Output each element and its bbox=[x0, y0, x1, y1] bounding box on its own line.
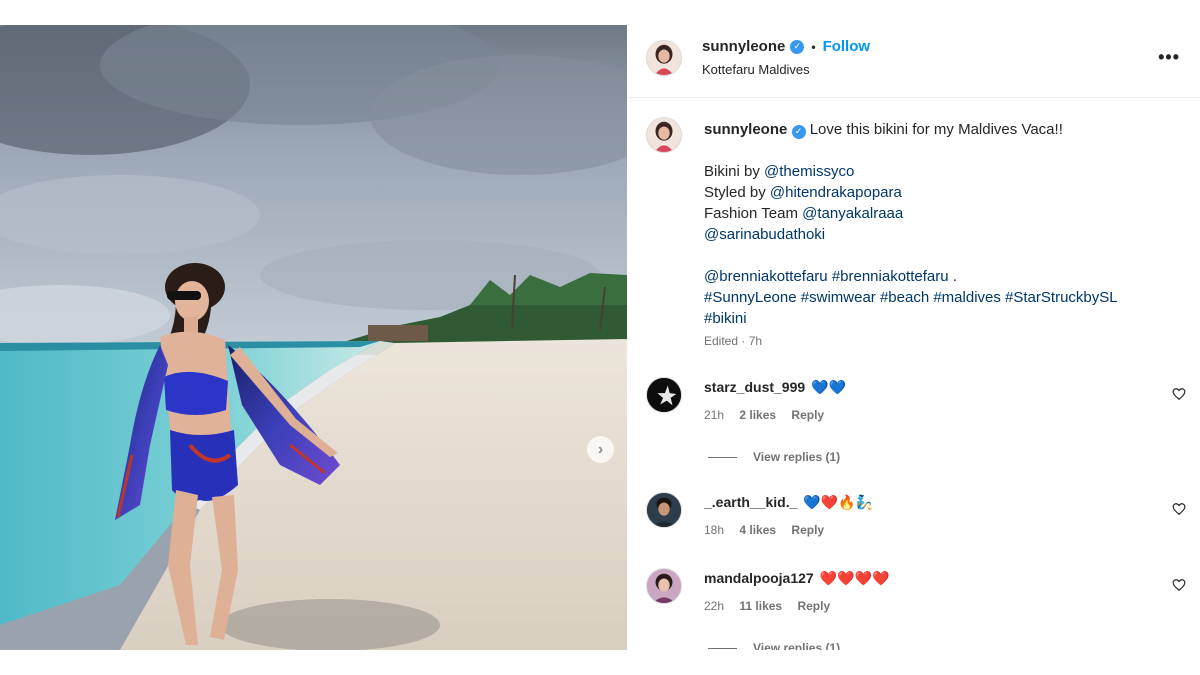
post-side-panel: sunnyleone ✓ • Follow Kottefaru Maldives… bbox=[627, 25, 1200, 650]
divider-line bbox=[708, 456, 737, 458]
comment-likes[interactable]: 4 likes bbox=[739, 523, 776, 537]
comment-likes[interactable]: 2 likes bbox=[739, 408, 776, 422]
caption-line-bikini: Bikini by @themissyco bbox=[704, 161, 1174, 182]
next-photo-button[interactable]: › bbox=[587, 436, 614, 463]
avatar[interactable] bbox=[646, 40, 682, 76]
comment-time[interactable]: 22h bbox=[704, 599, 724, 613]
reply-button[interactable]: Reply bbox=[797, 599, 830, 613]
hashtag-link[interactable]: #beach bbox=[880, 289, 929, 306]
comment-likes[interactable]: 11 likes bbox=[739, 599, 782, 613]
heart-icon[interactable] bbox=[1172, 502, 1186, 516]
divider-line bbox=[708, 647, 737, 649]
mention-link[interactable]: @hitendrakapopara bbox=[770, 184, 902, 201]
view-replies-button[interactable]: View replies (1) bbox=[708, 641, 840, 650]
caption-text: Love this bikini for my Maldives Vaca!! bbox=[809, 121, 1063, 138]
comment-username[interactable]: mandalpooja127 bbox=[704, 570, 814, 586]
reply-button[interactable]: Reply bbox=[791, 408, 824, 422]
mention-link[interactable]: @brenniakottefaru bbox=[704, 268, 828, 285]
header-username[interactable]: sunnyleone bbox=[702, 38, 785, 55]
comment-meta: 18h 4 likes Reply bbox=[704, 523, 836, 537]
edited-timestamp: Edited · 7h bbox=[704, 334, 763, 348]
avatar[interactable] bbox=[646, 377, 682, 413]
caption-line-location: @brenniakottefaru #brenniakottefaru . bbox=[704, 266, 1174, 287]
reply-button[interactable]: Reply bbox=[791, 523, 824, 537]
post-photo[interactable]: › bbox=[0, 25, 627, 650]
comment-time[interactable]: 18h bbox=[704, 523, 724, 537]
comment-text: ❤️❤️❤️❤️ bbox=[819, 570, 890, 586]
avatar[interactable] bbox=[646, 492, 682, 528]
heart-icon[interactable] bbox=[1172, 387, 1186, 401]
caption-prefix: Fashion Team bbox=[704, 205, 803, 222]
profile-picture-icon bbox=[647, 493, 681, 527]
location-link[interactable]: Kottefaru Maldives bbox=[702, 62, 810, 77]
comment-header: mandalpooja127 ❤️❤️❤️❤️ bbox=[704, 570, 889, 587]
comment-time[interactable]: 21h bbox=[704, 408, 724, 422]
view-replies-label: View replies (1) bbox=[753, 641, 841, 650]
comment-username[interactable]: starz_dust_999 bbox=[704, 379, 805, 395]
caption-line-fashion: Fashion Team @tanyakalraaa bbox=[704, 203, 1174, 224]
avatar[interactable] bbox=[646, 568, 682, 604]
verified-badge-icon: ✓ bbox=[790, 39, 805, 54]
caption-hashtags: #SunnyLeone #swimwear #beach #maldives #… bbox=[704, 287, 1174, 308]
caption-line-mention: @sarinabudathoki bbox=[704, 224, 1174, 245]
caption-first-line: sunnyleone ✓ Love this bikini for my Mal… bbox=[704, 119, 1174, 140]
caption-line-styled: Styled by @hitendrakapopara bbox=[704, 182, 1174, 203]
comment-meta: 22h 11 likes Reply bbox=[704, 599, 842, 613]
hashtag-link[interactable]: #swimwear bbox=[801, 289, 876, 306]
beach-photo bbox=[0, 25, 627, 650]
profile-picture-icon bbox=[647, 41, 681, 75]
hashtag-link[interactable]: #brenniakottefaru bbox=[832, 268, 949, 285]
hashtag-link[interactable]: #bikini bbox=[704, 310, 747, 327]
comment-username[interactable]: _.earth__kid._ bbox=[704, 494, 797, 510]
profile-picture-icon bbox=[647, 569, 681, 603]
caption-suffix: . bbox=[948, 268, 957, 285]
comment-header: _.earth__kid._ 💙❤️🔥🧞 bbox=[704, 494, 873, 511]
post-header: sunnyleone ✓ • Follow Kottefaru Maldives… bbox=[627, 25, 1200, 98]
hashtag-link[interactable]: #maldives bbox=[933, 289, 1001, 306]
comment-text: 💙❤️🔥🧞 bbox=[803, 494, 874, 510]
separator-dot: • bbox=[811, 39, 816, 54]
caption-hashtags: #bikini bbox=[704, 308, 1174, 329]
hashtag-link[interactable]: #StarStruckbySL bbox=[1005, 289, 1118, 306]
view-replies-button[interactable]: View replies (1) bbox=[708, 450, 840, 464]
mention-link[interactable]: @sarinabudathoki bbox=[704, 226, 825, 243]
follow-button[interactable]: Follow bbox=[823, 38, 871, 55]
mention-link[interactable]: @themissyco bbox=[764, 163, 854, 180]
verified-badge-icon: ✓ bbox=[791, 124, 806, 139]
view-replies-label: View replies (1) bbox=[753, 450, 841, 464]
chevron-right-icon: › bbox=[597, 440, 604, 458]
post-caption: sunnyleone ✓ Love this bikini for my Mal… bbox=[704, 119, 1174, 329]
header-user-row: sunnyleone ✓ • Follow bbox=[702, 38, 870, 55]
caption-avatar[interactable] bbox=[646, 117, 682, 153]
more-options-icon[interactable]: ••• bbox=[1158, 47, 1180, 68]
comment-header: starz_dust_999 💙💙 bbox=[704, 379, 846, 396]
caption-prefix: Styled by bbox=[704, 184, 770, 201]
comment-text: 💙💙 bbox=[811, 379, 847, 395]
caption-prefix: Bikini by bbox=[704, 163, 765, 180]
caption-username[interactable]: sunnyleone bbox=[704, 121, 787, 138]
comment-meta: 21h 2 likes Reply bbox=[704, 408, 836, 422]
mention-link[interactable]: @tanyakalraaa bbox=[802, 205, 903, 222]
heart-icon[interactable] bbox=[1172, 578, 1186, 592]
profile-picture-icon bbox=[647, 118, 681, 152]
star-avatar-icon bbox=[647, 378, 681, 412]
hashtag-link[interactable]: #SunnyLeone bbox=[704, 289, 797, 306]
